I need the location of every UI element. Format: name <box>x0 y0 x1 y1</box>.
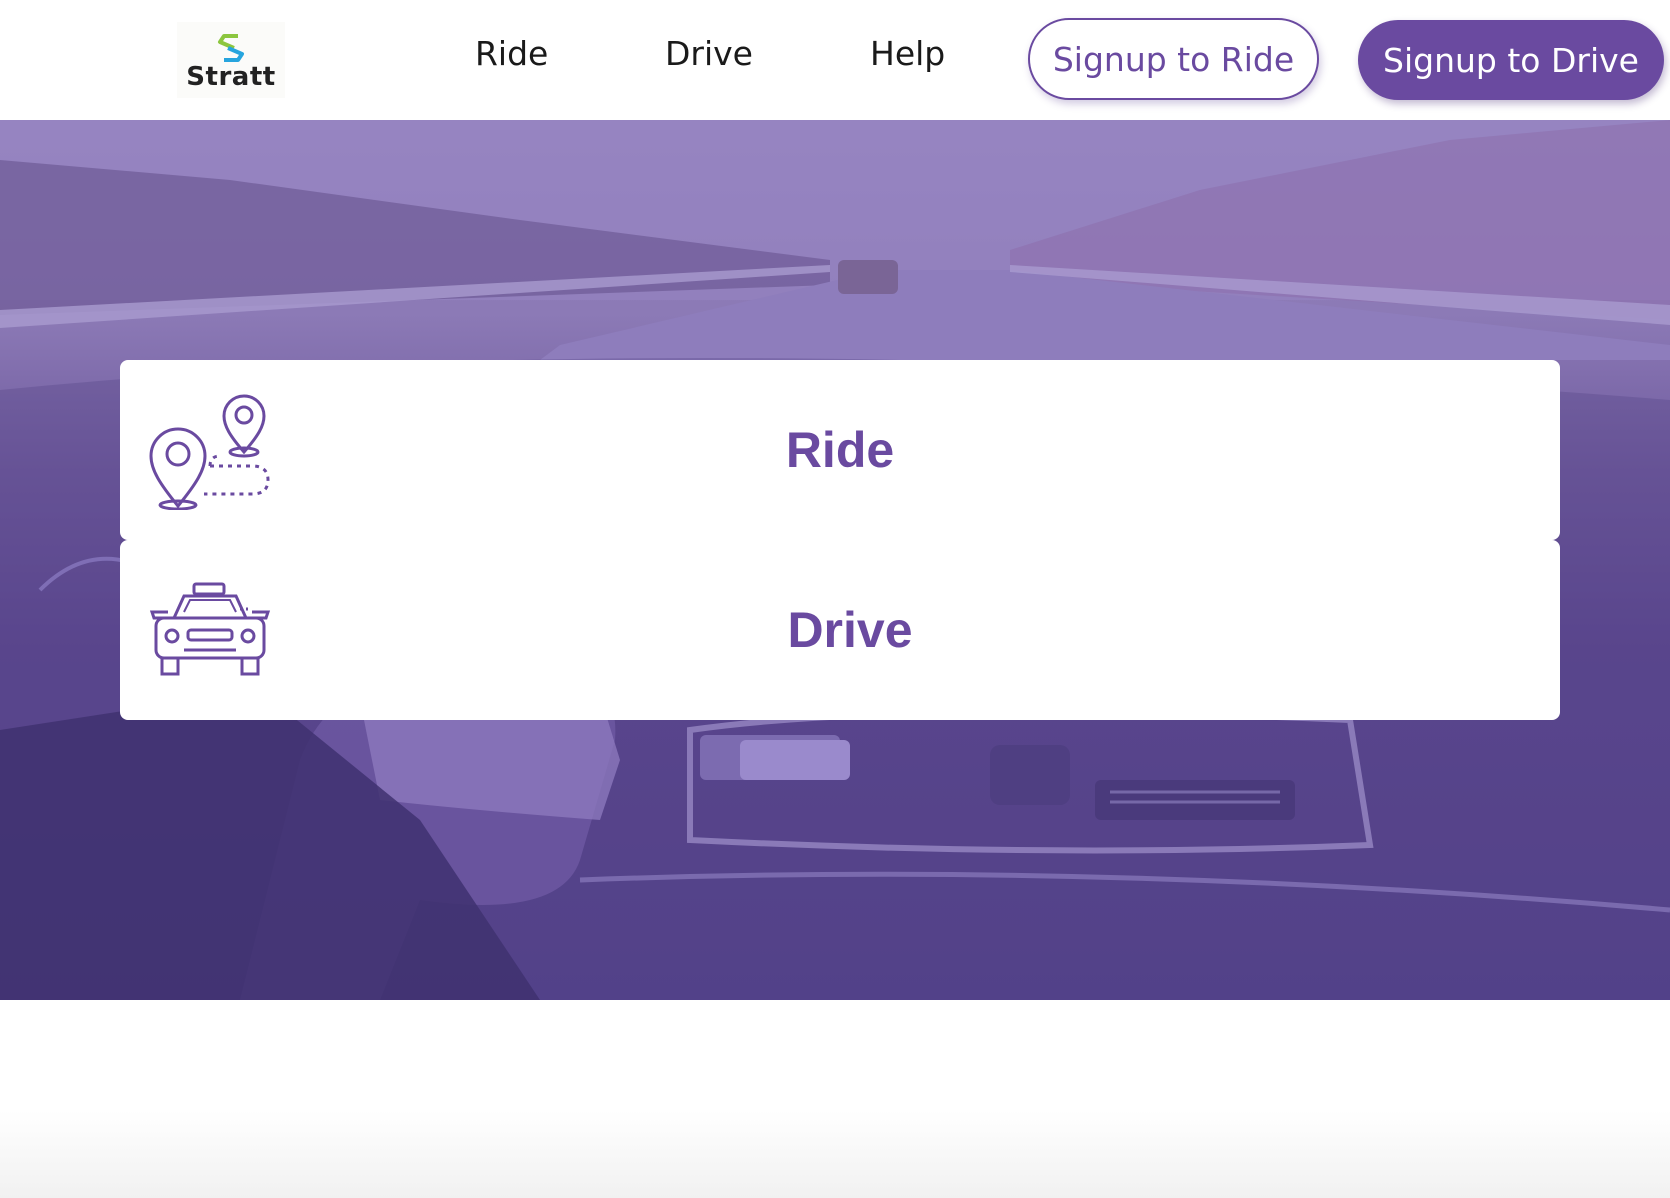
hexagon-s-logo-icon <box>218 34 244 62</box>
nav-link-ride[interactable]: Ride <box>475 34 548 74</box>
signup-to-drive-button[interactable]: Signup to Drive <box>1358 20 1664 100</box>
brand-name: Stratt <box>186 62 276 92</box>
hero-section: Ride Drive <box>0 120 1670 1000</box>
drive-option-title: Drive <box>787 602 913 658</box>
brand-logo[interactable]: Stratt <box>177 22 285 98</box>
footer-shadow-divider <box>0 1110 1670 1198</box>
top-navigation-bar: Stratt Ride Drive Help Signup to Ride Si… <box>0 0 1670 120</box>
ride-option-card[interactable]: Ride <box>120 360 1560 540</box>
drive-option-card[interactable]: Drive <box>120 540 1560 720</box>
signup-to-ride-button[interactable]: Signup to Ride <box>1028 18 1319 100</box>
nav-link-help[interactable]: Help <box>870 34 945 74</box>
page: Stratt Ride Drive Help Signup to Ride Si… <box>0 0 1670 1198</box>
ride-option-title: Ride <box>785 422 895 478</box>
nav-link-drive[interactable]: Drive <box>665 34 753 74</box>
